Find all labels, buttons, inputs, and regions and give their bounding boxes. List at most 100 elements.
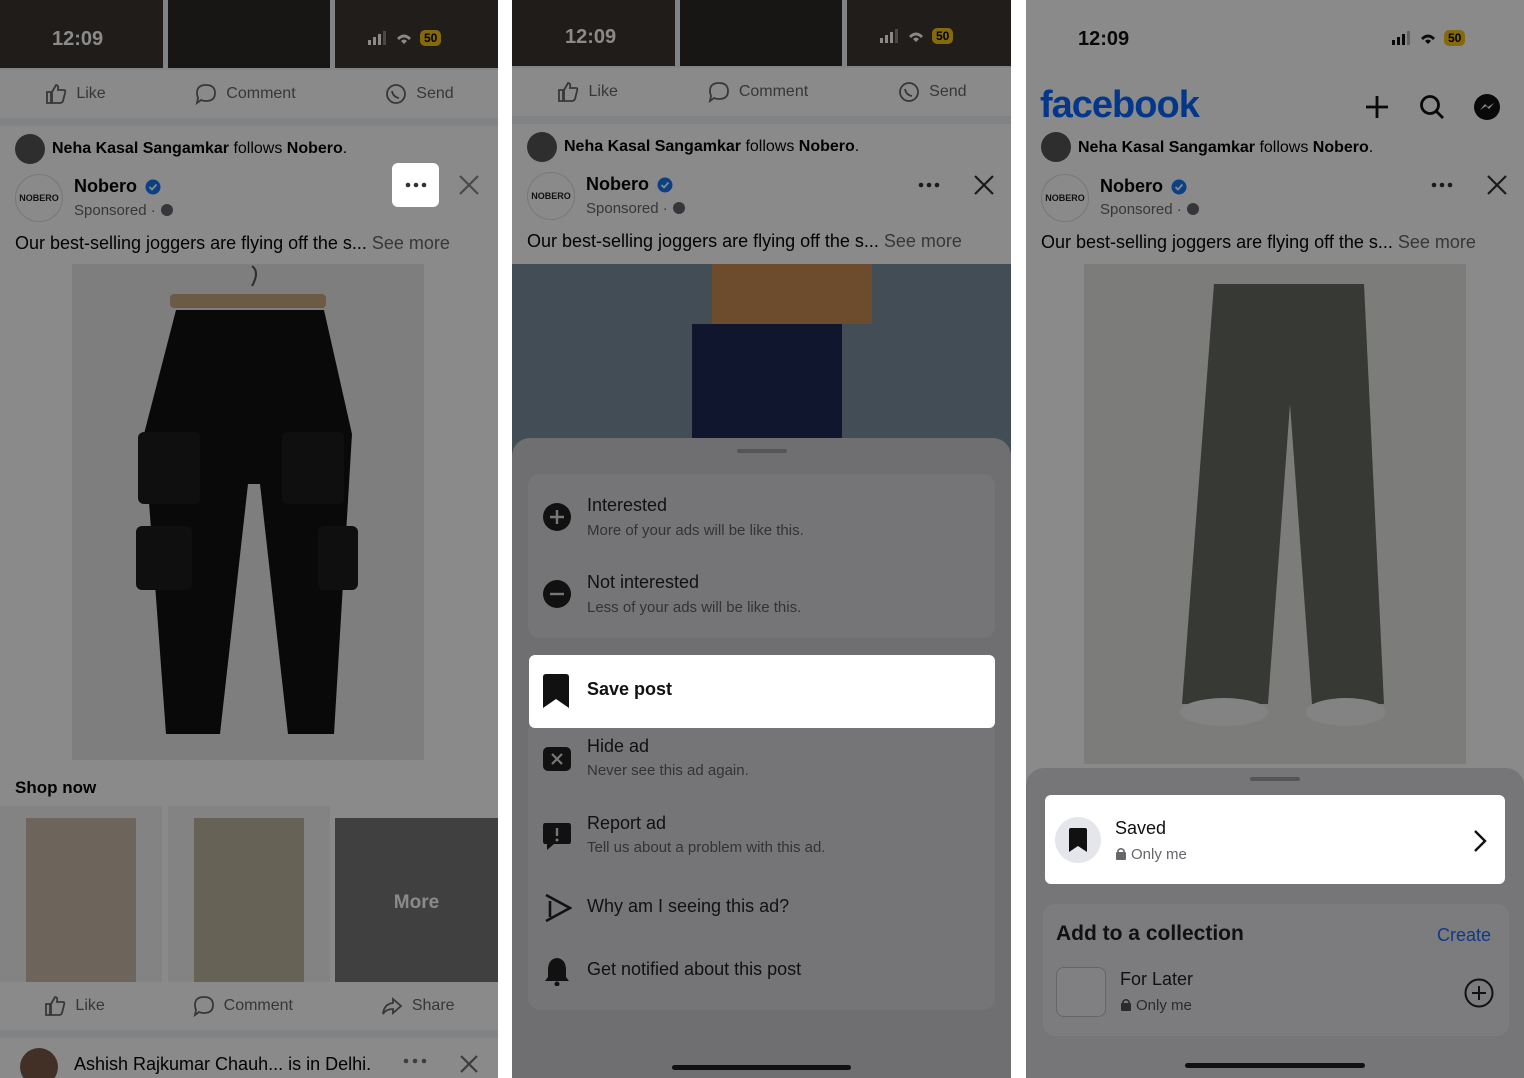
followed-page[interactable]: Nobero — [1313, 139, 1369, 156]
panel-feed-post: 12:09 50 Like Comment Send Neha Kasal Sa… — [0, 0, 498, 1078]
follower-name[interactable]: Neha Kasal Sangamkar — [52, 140, 229, 157]
globe-icon — [672, 202, 685, 214]
save-post-option[interactable]: Save post — [529, 655, 995, 728]
sheet-handle[interactable] — [737, 449, 787, 453]
product-image[interactable] — [1084, 264, 1466, 764]
avatar[interactable] — [1041, 132, 1071, 162]
bookmark-icon — [1069, 828, 1087, 852]
see-more-link[interactable]: See more — [372, 233, 450, 253]
info-pointer-icon — [545, 893, 572, 923]
hide-ad-option[interactable]: Hide ad Never see this ad again. — [512, 736, 1011, 796]
plus-icon[interactable] — [1364, 94, 1390, 120]
page-logo[interactable]: NOBERO — [15, 174, 63, 222]
create-collection-link[interactable]: Create — [1437, 925, 1491, 946]
report-ad-option[interactable]: Report ad Tell us about a problem with t… — [512, 813, 1011, 873]
send-button[interactable]: Send — [897, 80, 967, 104]
feed-thumbnail[interactable] — [680, 0, 842, 66]
comment-button[interactable]: Comment — [194, 82, 296, 106]
interested-option[interactable]: Interested More of your ads will be like… — [512, 492, 1011, 552]
avatar[interactable] — [15, 134, 45, 164]
not-interested-option[interactable]: Not interested Less of your ads will be … — [512, 569, 1011, 629]
sheet-handle[interactable] — [1250, 777, 1300, 781]
ellipsis-icon[interactable] — [918, 182, 940, 188]
page-name[interactable]: Nobero — [74, 176, 137, 197]
verified-badge-icon — [657, 177, 673, 193]
add-to-collection-icon[interactable] — [1464, 978, 1494, 1008]
wifi-icon — [397, 34, 411, 44]
plus-circle-icon — [543, 503, 571, 531]
avatar[interactable] — [527, 132, 557, 162]
close-icon[interactable] — [458, 174, 480, 196]
collection-name[interactable]: For Later — [1120, 969, 1193, 990]
share-label: Share — [411, 997, 455, 1014]
wifi-icon — [909, 32, 923, 42]
see-more-link[interactable]: See more — [1398, 232, 1476, 252]
close-icon[interactable] — [459, 1054, 479, 1074]
status-icons: 50 — [368, 30, 442, 46]
followed-page[interactable]: Nobero — [287, 140, 343, 157]
collection-thumbnail[interactable] — [1056, 967, 1106, 1017]
page-name[interactable]: Nobero — [586, 174, 649, 195]
joggers-illustration — [136, 265, 358, 734]
send-button[interactable]: Send — [384, 82, 454, 106]
bell-icon — [545, 958, 569, 986]
not-interested-title: Not interested — [587, 572, 700, 592]
feed-thumbnail[interactable] — [168, 0, 330, 68]
thumbs-up-icon — [45, 996, 66, 1016]
saved-destination-row[interactable]: Saved Only me — [1045, 795, 1505, 884]
avatar[interactable] — [20, 1048, 58, 1078]
report-ad-title: Report ad — [587, 813, 667, 833]
like-button[interactable]: Like — [44, 82, 106, 106]
search-icon[interactable] — [1419, 94, 1445, 120]
shop-now-label[interactable]: Shop now — [15, 778, 96, 798]
status-time: 12:09 — [52, 28, 104, 50]
why-seeing-ad-option[interactable]: Why am I seeing this ad? — [512, 893, 1011, 943]
send-label: Send — [416, 85, 454, 102]
comment-label: Comment — [738, 83, 809, 100]
carousel-more-item[interactable]: More — [335, 818, 498, 982]
like-label: Like — [588, 83, 618, 100]
follow-line: Neha Kasal Sangamkar follows Nobero. — [564, 138, 860, 155]
comment-button[interactable]: Comment — [707, 80, 808, 104]
page-logo[interactable]: NOBERO — [527, 172, 575, 220]
sponsored-text: Sponsored · — [586, 200, 672, 217]
lock-icon — [1116, 847, 1126, 860]
follower-name[interactable]: Neha Kasal Sangamkar — [564, 138, 741, 155]
send-label: Send — [929, 83, 967, 100]
messenger-icon[interactable] — [1473, 93, 1501, 121]
facebook-logo[interactable]: facebook — [1040, 84, 1200, 127]
ellipsis-icon[interactable] — [403, 1058, 427, 1064]
see-more-link[interactable]: See more — [884, 231, 962, 251]
cellular-signal-icon — [880, 29, 898, 43]
carousel-item[interactable] — [0, 806, 162, 982]
share-icon — [381, 997, 403, 1015]
more-options-button[interactable] — [392, 163, 439, 207]
comment-icon — [193, 996, 214, 1018]
collection-privacy: Only me — [1120, 997, 1192, 1014]
carousel-item[interactable] — [168, 806, 330, 982]
notify-option[interactable]: Get notified about this post — [512, 956, 1011, 1006]
ellipsis-icon[interactable] — [1431, 182, 1453, 188]
share-button[interactable]: Share — [380, 994, 455, 1018]
like-button[interactable]: Like — [43, 994, 105, 1018]
model-shirt — [712, 264, 872, 324]
follows-text: follows — [1259, 139, 1309, 156]
follows-text: follows — [233, 140, 283, 157]
page-name[interactable]: Nobero — [1100, 176, 1163, 197]
close-icon[interactable] — [1486, 174, 1508, 196]
follower-name[interactable]: Neha Kasal Sangamkar — [1078, 139, 1255, 156]
followed-page[interactable]: Nobero — [799, 138, 855, 155]
whatsapp-icon — [899, 82, 920, 102]
post-card: Neha Kasal Sangamkar follows Nobero. NOB… — [0, 126, 498, 1030]
comment-label: Comment — [223, 997, 293, 1014]
like-button[interactable]: Like — [556, 80, 618, 104]
page-logo[interactable]: NOBERO — [1041, 174, 1089, 222]
product-image[interactable] — [72, 264, 424, 760]
close-icon[interactable] — [973, 174, 995, 196]
cellular-signal-icon — [368, 31, 386, 45]
sponsored-text: Sponsored · — [74, 202, 160, 219]
next-post-author[interactable]: Ashish Rajkumar Chauh... is in Delhi. — [74, 1054, 371, 1075]
home-indicator — [672, 1065, 851, 1070]
comment-button[interactable]: Comment — [192, 994, 293, 1018]
sponsored-label: Sponsored · — [74, 202, 174, 219]
